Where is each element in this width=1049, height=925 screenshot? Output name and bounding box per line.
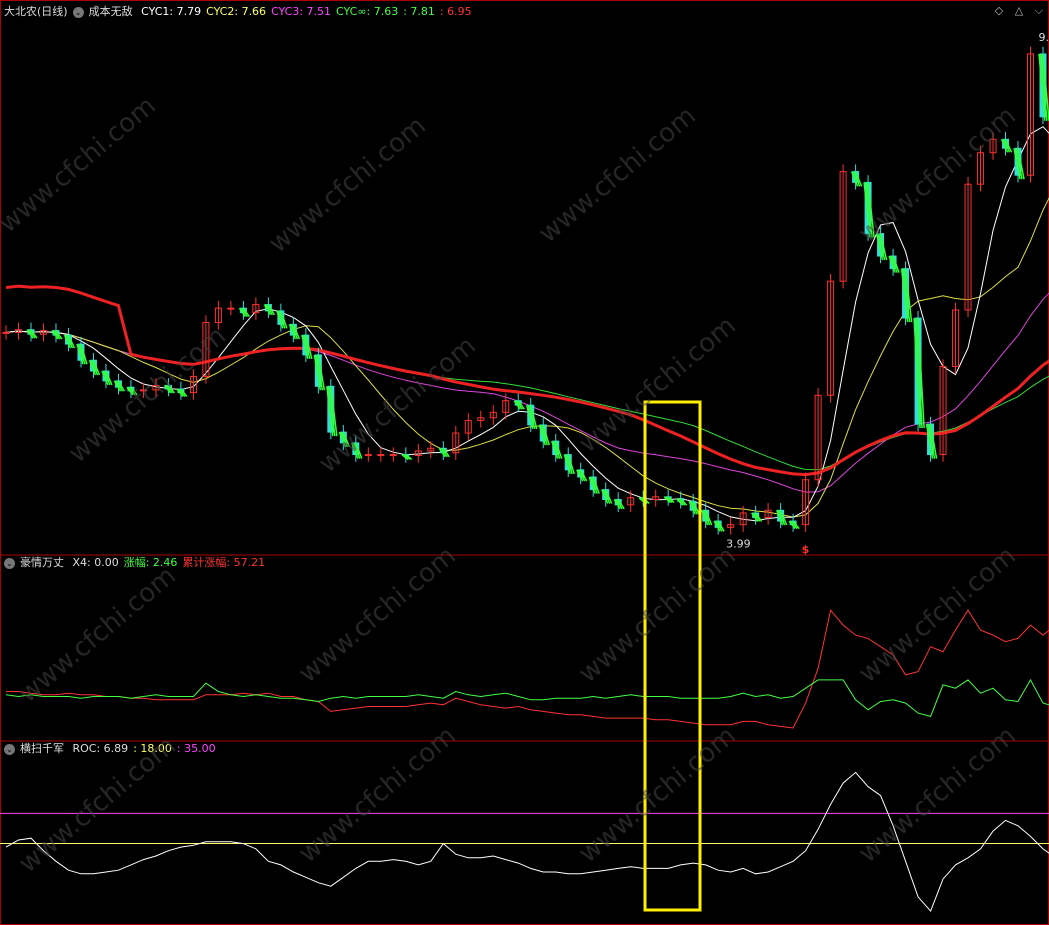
highlight-box xyxy=(643,400,702,912)
low-price-label: 3.99 xyxy=(726,538,751,551)
candle-body xyxy=(389,454,397,457)
chart-canvas: 9.39 3.99 $ xyxy=(0,0,1049,925)
candle-body xyxy=(227,307,235,310)
sub1-series-0 xyxy=(6,609,1049,729)
cyc3-line xyxy=(5,292,1049,493)
chart-border xyxy=(0,0,1049,925)
candle-body xyxy=(364,454,372,457)
candle-body xyxy=(914,317,922,425)
candle-body xyxy=(377,454,385,457)
sub1-series-1 xyxy=(5,678,1049,717)
cyc2-line xyxy=(5,197,1049,518)
buy-signal-label: $ xyxy=(802,543,810,556)
candle-body xyxy=(139,389,147,392)
cyc-infinity-line xyxy=(5,330,1049,471)
candle-body xyxy=(2,331,10,334)
cyc1-line xyxy=(5,126,1049,522)
cost-line-red xyxy=(5,284,1049,477)
roc-line xyxy=(5,771,1049,913)
high-price-label: 9.39 xyxy=(1039,31,1049,44)
